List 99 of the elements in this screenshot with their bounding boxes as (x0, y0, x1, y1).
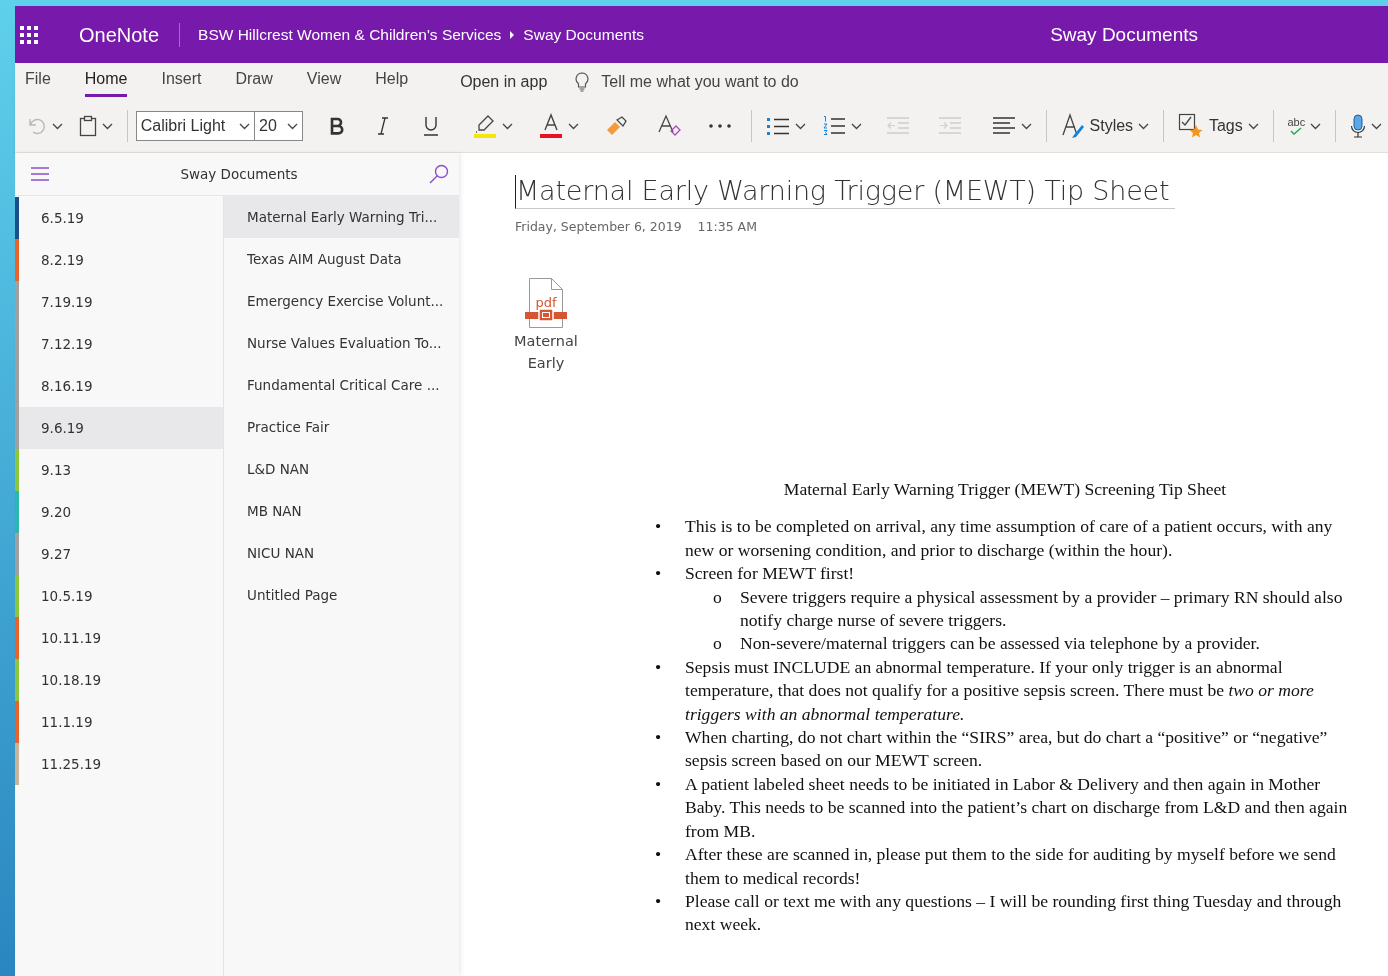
section-tab[interactable]: 7.12.19 (15, 323, 223, 365)
bold-icon (329, 117, 345, 135)
font-color-icon (539, 113, 563, 139)
list-item-text: A patient labeled sheet needs to be initiated in Labor & Delivery and then again in Mother Baby. This needs to be scanned into the patient’s chart on discharge from L&D and then again from MB. (685, 772, 1349, 843)
ribbon-tab[interactable]: View (306, 66, 342, 97)
document-heading: Maternal Early Warning Trigger (MEWT) Screening Tip Sheet (782, 478, 1228, 501)
notebook-title: Sway Documents (1050, 23, 1198, 46)
breadcrumb-item[interactable]: BSW Hillcrest Women & Children's Services (198, 25, 502, 44)
chevron-down-icon (239, 122, 250, 130)
section-tab[interactable]: 10.11.19 (15, 617, 223, 659)
list-bullet: • (655, 726, 663, 750)
spelling-button[interactable]: abc (1281, 113, 1328, 139)
list-item-text: Severe triggers require a physical assessment by a provider – primary RN should also notify charge nurse of severe triggers. (740, 585, 1344, 633)
breadcrumb-arrow-icon (509, 30, 516, 39)
chevron-down-icon (287, 122, 298, 130)
chevron-down-icon (102, 122, 113, 130)
undo-icon (27, 117, 47, 135)
list-bullet: • (655, 562, 663, 586)
chevron-down-icon (850, 122, 862, 130)
italic-icon (377, 117, 389, 135)
page-title[interactable]: Maternal Early Warning Trigger (MEWT) Tip Sheet (515, 175, 1176, 209)
decrease-indent-icon (885, 116, 910, 136)
list-item-text: This is to be completed on arrival, any time assumption of care of a patient occurs, with any new or worsening condition, and prior to discharge (within the hour). (685, 515, 1334, 562)
chevron-down-icon (1247, 122, 1259, 130)
list-bullet: • (655, 772, 663, 796)
list-item-text: Screen for MEWT first! (685, 562, 856, 586)
list-bullet: • (655, 655, 663, 679)
section-tab[interactable]: 9.27 (15, 533, 223, 575)
section-tab[interactable]: 10.5.19 (15, 575, 223, 617)
clear-formatting-icon (657, 114, 681, 138)
ribbon-tab[interactable]: Insert (161, 66, 202, 97)
section-tab[interactable]: 11.25.19 (15, 743, 223, 785)
list-item-text: After these are scanned in, please put them to the side for auditing by myself before we send them to medical records! (685, 843, 1337, 890)
page-tab[interactable]: NICU NAN (224, 532, 459, 574)
page-tab[interactable]: Texas AIM August Data (224, 238, 459, 280)
chevron-down-icon (794, 122, 806, 130)
list-bullet: • (655, 843, 663, 867)
tag-star-icon (1177, 113, 1204, 139)
page-tab[interactable]: L&D NAN (224, 448, 459, 490)
section-tab[interactable]: 10.18.19 (15, 659, 223, 701)
ribbon-tab[interactable]: File (25, 66, 51, 97)
page-date: Friday, September 6, 2019 (515, 219, 682, 234)
align-left-icon (991, 116, 1016, 136)
chevron-down-icon (1138, 122, 1150, 130)
app-name[interactable]: OneNote (59, 22, 181, 47)
list-bullet: o (713, 585, 723, 609)
font-size-dropdown[interactable]: 20 (254, 111, 303, 141)
menu-icon[interactable] (31, 167, 49, 181)
ribbon-tab[interactable]: Help (375, 66, 409, 97)
breadcrumb-item[interactable]: Sway Documents (523, 25, 644, 44)
more-icon (709, 124, 731, 128)
chevron-down-icon (52, 122, 63, 130)
page-tab[interactable]: Nurse Values Evaluation To... (224, 322, 459, 364)
notebook-name: Sway Documents (179, 166, 299, 182)
tell-me-field[interactable]: Tell me what you want to do (601, 72, 799, 91)
font-name-dropdown[interactable]: Calibri Light (135, 111, 255, 141)
section-tab[interactable]: 7.19.19 (15, 281, 223, 323)
list-item-text: Sepsis must INCLUDE an abnormal temperature. If your only trigger is an abnormal temperature, that does not qualify for a positive sepsis screen. There must be two or more triggers with an abnormal temperature. (685, 655, 1315, 726)
search-icon[interactable] (429, 164, 449, 184)
bulleted-list-icon (765, 116, 790, 136)
page-tab[interactable]: Maternal Early Warning Tri... (224, 196, 459, 238)
section-tab[interactable]: 9.20 (15, 491, 223, 533)
app-launcher-icon[interactable] (19, 24, 39, 45)
page-tab[interactable]: Practice Fair (224, 406, 459, 448)
section-tab[interactable]: 9.13 (15, 449, 223, 491)
page-tab[interactable]: Untitled Page (224, 574, 459, 616)
list-bullet: o (713, 632, 723, 656)
paintbrush-icon (605, 116, 627, 136)
page-time: 11:35 AM (697, 219, 757, 234)
section-tab[interactable]: 8.2.19 (15, 239, 223, 281)
list-item-text: When charting, do not chart within the “SIRS” area, but do chart a “positive” or “negative” sepsis screen based on our MEWT screen. (685, 726, 1329, 773)
section-tab[interactable]: 9.6.19 (15, 407, 223, 449)
list-bullet: • (655, 515, 663, 539)
attachment-name: Maternal Early (513, 332, 579, 373)
underline-icon (423, 116, 439, 136)
chevron-down-icon (1020, 122, 1032, 130)
open-in-app-link[interactable]: Open in app (460, 72, 548, 91)
list-bullet: • (655, 889, 663, 913)
page-tab[interactable]: Emergency Exercise Volunt... (224, 280, 459, 322)
chevron-down-icon (1371, 122, 1382, 130)
page-tab[interactable]: MB NAN (224, 490, 459, 532)
chevron-down-icon (1310, 122, 1322, 130)
page-tab[interactable]: Fundamental Critical Care ... (224, 364, 459, 406)
styles-button[interactable]: Styles (1054, 109, 1156, 143)
clipboard-icon (79, 115, 97, 137)
numbered-list-icon (821, 115, 846, 137)
increase-indent-icon (937, 116, 962, 136)
styles-icon (1060, 113, 1085, 139)
lightbulb-icon (575, 71, 590, 92)
tags-button[interactable]: Tags (1171, 109, 1265, 143)
section-tab[interactable]: 11.1.19 (15, 701, 223, 743)
chevron-down-icon (502, 122, 513, 130)
ribbon-tab[interactable]: Home (84, 66, 128, 97)
list-item-text: Non-severe/maternal triggers can be assessed via telephone by a provider. (740, 632, 1261, 656)
highlighter-icon (473, 114, 497, 138)
list-item-text: Please call or text me with any questions – I will be rounding first thing Tuesday and through next week. (685, 889, 1343, 937)
chevron-down-icon (568, 122, 579, 130)
microphone-icon (1350, 114, 1366, 138)
ribbon-tab[interactable]: Draw (235, 66, 273, 97)
